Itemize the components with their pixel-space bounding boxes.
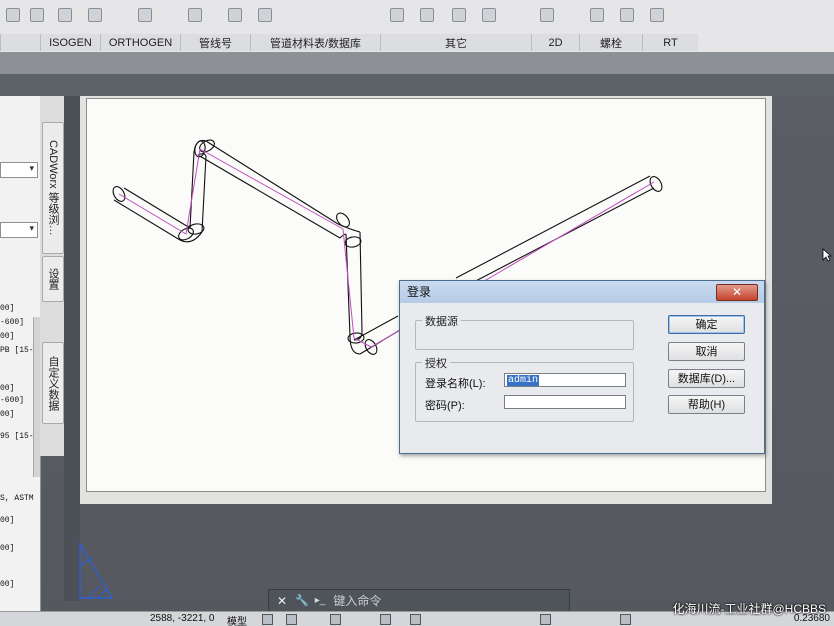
- watermark-text: 化海川流-工业社群@HCBBS: [672, 602, 826, 616]
- password-input[interactable]: [504, 395, 626, 409]
- datasource-group: 数据源: [415, 313, 634, 350]
- login-dialog: 登录 ✕ 数据源 授权 登录名称(L): admin 密码(P): 确定 取消 …: [399, 280, 765, 454]
- mouse-cursor-icon: [822, 248, 832, 262]
- polar-icon[interactable]: [380, 614, 391, 625]
- help-button[interactable]: 帮助(H): [668, 395, 745, 414]
- ortho-icon[interactable]: [330, 614, 341, 625]
- dialog-title: 登录: [400, 281, 764, 303]
- password-label: 密码(P):: [425, 400, 465, 412]
- snap-icon[interactable]: [286, 614, 297, 625]
- coordinate-readout: 2588, -3221, 0: [150, 613, 215, 624]
- datasource-legend: 数据源: [422, 313, 461, 329]
- workspace-icon[interactable]: [540, 614, 551, 625]
- model-tab[interactable]: 模型: [227, 613, 247, 626]
- command-line[interactable]: ✕ 🔧 ▸_ 键入命令: [268, 589, 570, 612]
- auth-group: 授权 登录名称(L): admin 密码(P):: [415, 355, 634, 422]
- cancel-button[interactable]: 取消: [668, 342, 745, 361]
- command-input[interactable]: 键入命令: [333, 592, 381, 609]
- login-name-label: 登录名称(L):: [425, 378, 486, 390]
- ok-button[interactable]: 确定: [668, 315, 745, 334]
- osnap-icon[interactable]: [410, 614, 421, 625]
- login-name-value: admin: [507, 375, 540, 386]
- annotation-icon[interactable]: [620, 614, 631, 625]
- command-close-icon[interactable]: ✕: [277, 594, 287, 608]
- grid-icon[interactable]: [262, 614, 273, 625]
- database-button[interactable]: 数据库(D)...: [668, 369, 745, 388]
- command-prompt-icon: ▸_: [314, 595, 326, 606]
- auth-legend: 授权: [422, 355, 450, 371]
- ucs-icon: [79, 541, 114, 599]
- screen: ISOGENORTHOGEN管线号管道材料表/数据库其它2D螺栓RT 00]-6…: [0, 0, 834, 626]
- close-button[interactable]: ✕: [716, 284, 758, 301]
- wrench-icon[interactable]: 🔧: [295, 594, 309, 607]
- login-name-input[interactable]: admin: [504, 373, 626, 387]
